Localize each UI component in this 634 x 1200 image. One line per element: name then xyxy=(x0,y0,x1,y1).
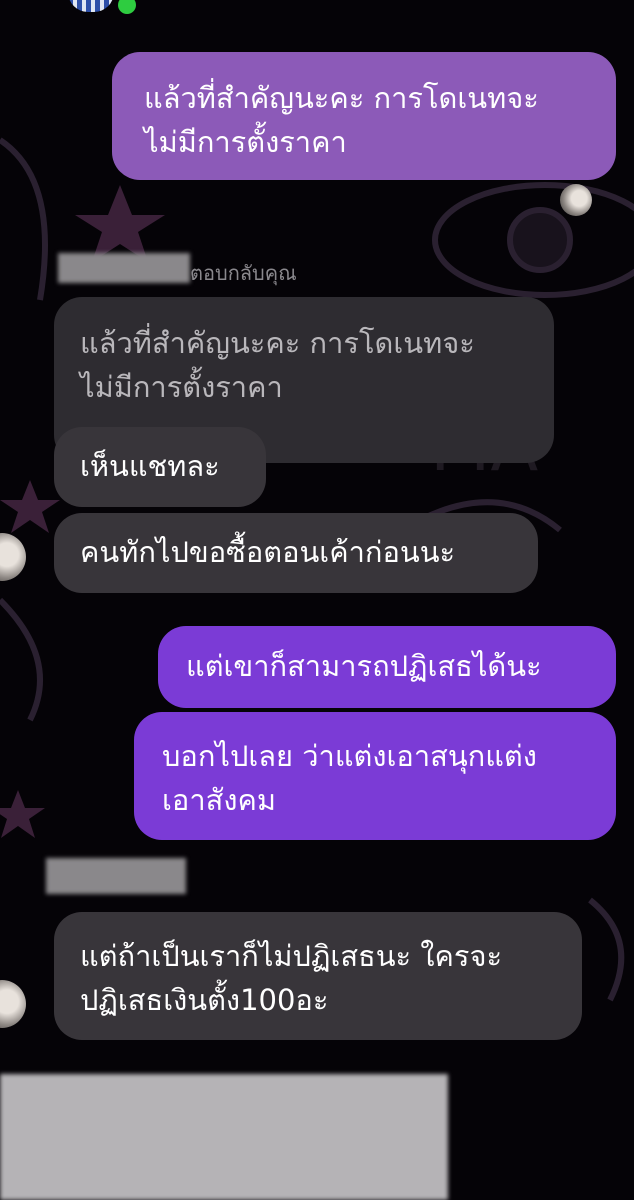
message-line: แต่ถ้าเป็นเราก็ไม่ปฏิเสธนะ ใครจะ xyxy=(80,939,503,973)
incoming-message[interactable]: เห็นแชทละ xyxy=(54,427,266,507)
redacted-name xyxy=(46,858,186,894)
message-text: เห็นแชทละ xyxy=(80,449,220,483)
message-line: แล้วที่สำคัญนะคะ การโดเนทจะ xyxy=(80,326,475,360)
message-line: ไม่มีการตั้งราคา xyxy=(144,125,347,159)
read-receipt-avatar xyxy=(560,184,592,216)
redacted-content xyxy=(0,1074,448,1200)
message-text: คนทักไปขอซื้อตอนเค้าก่อนนะ xyxy=(80,535,456,569)
message-line: ปฏิเสธเงินตั้ง100อะ xyxy=(80,983,329,1017)
message-text: แต่เขาก็สามารถปฏิเสธได้นะ xyxy=(186,649,542,683)
outgoing-message[interactable]: แล้วที่สำคัญนะคะ การโดเนทจะ ไม่มีการตั้ง… xyxy=(112,52,616,180)
message-line: แล้วที่สำคัญนะคะ การโดเนทจะ xyxy=(144,81,539,115)
incoming-message[interactable]: แต่ถ้าเป็นเราก็ไม่ปฏิเสธนะ ใครจะ ปฏิเสธเ… xyxy=(54,912,582,1040)
incoming-message[interactable]: คนทักไปขอซื้อตอนเค้าก่อนนะ xyxy=(54,513,538,593)
outgoing-message[interactable]: แต่เขาก็สามารถปฏิเสธได้นะ xyxy=(158,626,616,708)
redacted-name xyxy=(58,253,190,283)
message-line: ไม่มีการตั้งราคา xyxy=(80,370,283,404)
outgoing-message[interactable]: บอกไปเลย ว่าแต่งเอาสนุกแต่ง เอาสังคม xyxy=(134,712,616,840)
message-line: บอกไปเลย ว่าแต่งเอาสนุกแต่ง xyxy=(162,739,537,773)
reply-label: ตอบกลับคุณ xyxy=(190,261,297,285)
message-line: เอาสังคม xyxy=(162,783,276,817)
